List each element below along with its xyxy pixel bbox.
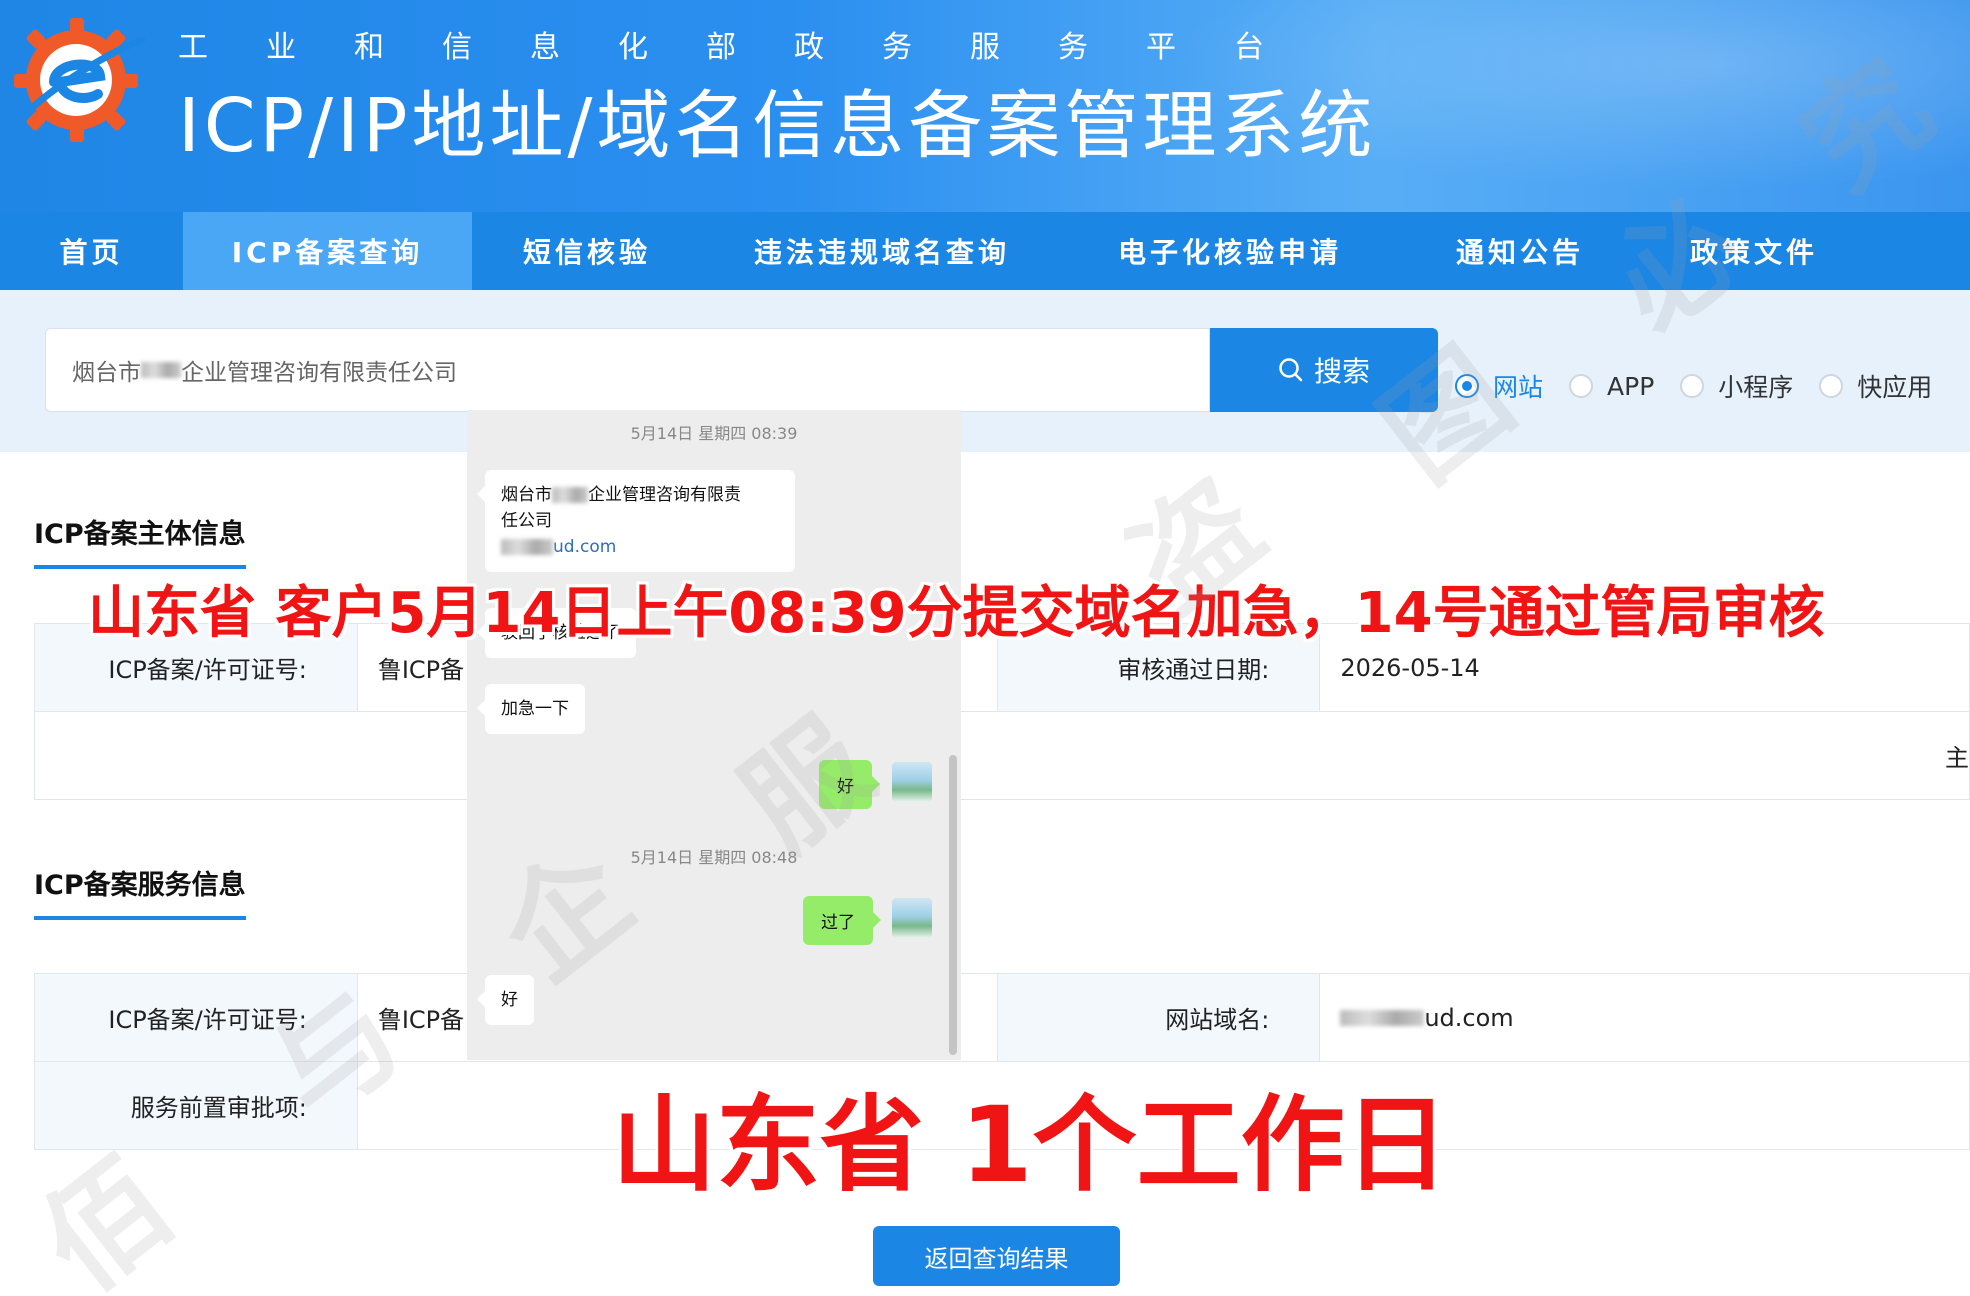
avatar xyxy=(892,762,932,802)
redacted-text xyxy=(501,539,553,555)
domain-value: ud.com xyxy=(1320,974,1970,1062)
radio-dot xyxy=(1680,374,1705,398)
subject-section-title: ICP备案主体信息 xyxy=(34,512,246,569)
chat-timestamp: 5月14日 星期四 08:39 xyxy=(630,424,798,443)
chat-message: 加急一下 xyxy=(477,684,585,734)
radio-mini-program[interactable]: 小程序 xyxy=(1680,368,1793,404)
search-input[interactable]: 烟台市 企业管理咨询有限责任公司 xyxy=(45,328,1210,412)
table-row: ICP备案/许可证号: 鲁ICP备 网站域名: ud.com xyxy=(35,974,1970,1062)
nav-item-illegal-domain[interactable]: 违法违规域名查询 xyxy=(702,212,1062,290)
radio-quick-app[interactable]: 快应用 xyxy=(1819,368,1932,404)
radio-label: 快应用 xyxy=(1857,373,1933,402)
redacted-text xyxy=(552,487,588,503)
search-icon xyxy=(1279,358,1303,382)
radio-label: 网站 xyxy=(1493,373,1544,402)
redacted-text xyxy=(141,362,181,378)
site-header: 工业和信息化部政务服务平台 ICP/IP地址/域名信息备案管理系统 xyxy=(0,0,1970,212)
search-value-prefix: 烟台市 xyxy=(72,360,141,386)
radio-label: APP xyxy=(1607,371,1655,401)
chat-message: 烟台市 企业管理咨询有限责 任公司 ud.com xyxy=(477,470,795,572)
chat-reply: 过了 xyxy=(803,896,881,945)
search-button-label: 搜索 xyxy=(1313,355,1370,388)
msg-link[interactable]: ud.com xyxy=(553,537,616,557)
domain-label: 网站域名: xyxy=(997,974,1321,1062)
table-row: 主 xyxy=(35,712,1970,800)
chat-scrollbar[interactable] xyxy=(949,755,957,1055)
search-type-radio-group: 网站 APP 小程序 快应用 xyxy=(1455,368,1932,404)
radio-app[interactable]: APP xyxy=(1569,372,1654,401)
radio-dot xyxy=(1455,374,1479,398)
subject-info-table: ICP备案/许可证号: 鲁ICP备 审核通过日期: 2026-05-14 主 xyxy=(34,623,1970,800)
back-to-results-button[interactable]: 返回查询结果 xyxy=(873,1226,1120,1286)
msg-text: 企业管理咨询有限责 xyxy=(588,485,741,505)
nav-item-notices[interactable]: 通知公告 xyxy=(1398,212,1642,290)
system-title: ICP/IP地址/域名信息备案管理系统 xyxy=(178,83,1377,169)
preapproval-label: 服务前置审批项: xyxy=(35,1062,358,1150)
redacted-text xyxy=(1340,1009,1425,1026)
search-band: 烟台市 企业管理咨询有限责任公司 搜索 网站 APP 小程序 快应用 xyxy=(0,290,1970,452)
nav-item-icp-query[interactable]: ICP备案查询 xyxy=(183,212,472,290)
chat-reply: 好 xyxy=(819,760,880,809)
msg-text: 任公司 xyxy=(501,511,552,531)
nav-item-policy[interactable]: 政策文件 xyxy=(1642,212,1866,290)
chat-screenshot: 5月14日 星期四 08:39 烟台市 企业管理咨询有限责 任公司 ud.com … xyxy=(467,410,961,1060)
nav-item-sms-verify[interactable]: 短信核验 xyxy=(472,212,702,290)
avatar xyxy=(892,898,932,938)
radio-dot xyxy=(1569,374,1594,398)
main-nav: 首页 ICP备案查询 短信核验 违法违规域名查询 电子化核验申请 通知公告 政策… xyxy=(0,212,1970,290)
gear-e-logo-icon xyxy=(14,18,146,142)
chat-timestamp: 5月14日 星期四 08:48 xyxy=(630,848,798,867)
platform-subtitle: 工业和信息化部政务服务平台 xyxy=(178,30,1322,65)
radio-dot xyxy=(1819,374,1844,398)
domain-suffix: ud.com xyxy=(1424,1003,1514,1032)
annotation-bottom: 山东省 1个工作日 xyxy=(612,1084,1449,1206)
search-button[interactable]: 搜索 xyxy=(1210,328,1438,412)
nav-item-home[interactable]: 首页 xyxy=(0,212,183,290)
service-license-label: ICP备案/许可证号: xyxy=(35,974,358,1062)
radio-label: 小程序 xyxy=(1718,373,1794,402)
service-section-title: ICP备案服务信息 xyxy=(34,863,246,920)
subject-row-edge-text: 主 xyxy=(35,712,1970,800)
nav-item-e-verify[interactable]: 电子化核验申请 xyxy=(1062,212,1398,290)
radio-website[interactable]: 网站 xyxy=(1455,368,1543,404)
search-value-suffix: 企业管理咨询有限责任公司 xyxy=(181,360,457,386)
chat-message: 好 xyxy=(477,975,534,1025)
msg-text: 烟台市 xyxy=(501,485,552,505)
annotation-top: 山东省 客户5月14日上午08:39分提交域名加急，14号通过管局审核 xyxy=(88,581,1825,646)
